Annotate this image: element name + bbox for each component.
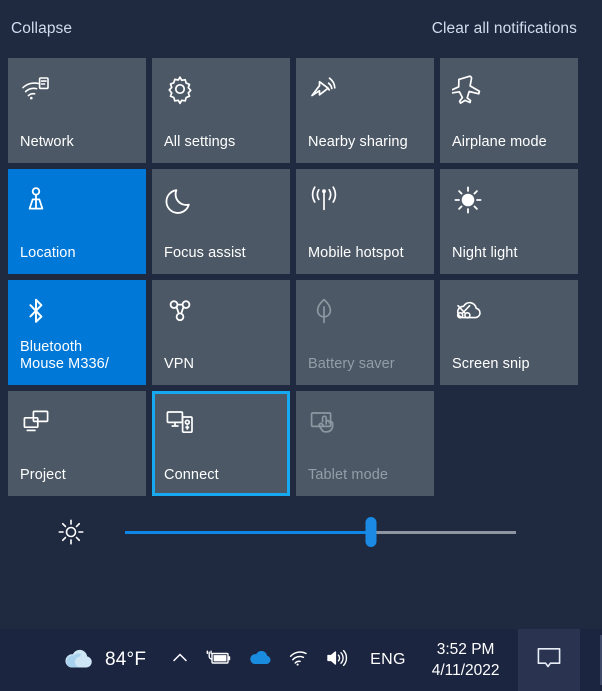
taskbar-clock[interactable]: 3:52 PM 4/11/2022 — [432, 639, 500, 681]
quick-action-label: Location — [20, 245, 76, 261]
quick-action-tile-location[interactable]: Location — [8, 169, 146, 274]
slider-fill — [125, 530, 372, 534]
quick-action-label: Nearby sharing — [308, 134, 408, 150]
quick-action-tile-all-settings[interactable]: All settings — [152, 58, 290, 163]
quick-action-tile-vpn[interactable]: VPN — [152, 280, 290, 385]
slider-thumb[interactable] — [365, 517, 377, 547]
quick-action-tile-night-light[interactable]: Night light — [440, 169, 578, 274]
quick-action-tile-screen-snip[interactable]: Screen snip — [440, 280, 578, 385]
quick-action-label: All settings — [164, 134, 236, 150]
notification-bubble-icon — [535, 645, 563, 676]
quick-actions-grid: Network All settings Nearby sharing Airplan… — [0, 58, 594, 496]
network-wifi-icon — [20, 73, 52, 105]
quick-action-tile-tablet-mode: Tablet mode — [296, 391, 434, 496]
sun-icon — [452, 184, 484, 216]
quick-action-label: Screen snip — [452, 356, 530, 372]
action-center-header: Collapse Clear all notifications — [0, 0, 602, 58]
onedrive-cloud-icon[interactable] — [247, 648, 273, 673]
quick-action-tile-network[interactable]: Network — [8, 58, 146, 163]
taskbar-weather[interactable]: 84°F — [62, 643, 146, 677]
brightness-slider-row — [0, 496, 602, 568]
tablet-touch-icon — [308, 406, 340, 438]
moon-icon — [164, 184, 196, 216]
project-screen-icon — [20, 406, 52, 438]
quick-action-tile-focus-assist[interactable]: Focus assist — [152, 169, 290, 274]
scissors-cloud-icon — [452, 295, 484, 327]
quick-action-label: Airplane mode — [452, 134, 547, 150]
clear-all-notifications-link[interactable]: Clear all notifications — [432, 20, 577, 38]
quick-action-tile-battery-saver: Battery saver — [296, 280, 434, 385]
brightness-slider[interactable] — [125, 517, 516, 547]
weather-temperature: 84°F — [105, 649, 147, 670]
quick-action-tile-project[interactable]: Project — [8, 391, 146, 496]
quick-action-tile-empty — [440, 391, 578, 496]
wifi-icon[interactable] — [288, 648, 310, 673]
quick-action-label: VPN — [164, 356, 195, 372]
quick-action-label: Bluetooth Mouse M336/ — [20, 339, 109, 372]
quick-action-tile-mobile-hotspot[interactable]: Mobile hotspot — [296, 169, 434, 274]
action-center-button[interactable] — [517, 629, 580, 691]
weather-cloud-icon — [62, 643, 96, 677]
language-indicator[interactable]: ENG — [370, 651, 406, 669]
brightness-sun-icon — [56, 517, 86, 547]
quick-action-tile-nearby-sharing[interactable]: Nearby sharing — [296, 58, 434, 163]
hotspot-icon — [308, 184, 340, 216]
quick-action-tile-airplane-mode[interactable]: Airplane mode — [440, 58, 578, 163]
quick-action-tile-bluetooth[interactable]: Bluetooth Mouse M336/ — [8, 280, 146, 385]
nearby-sharing-icon — [308, 73, 340, 105]
clock-date: 4/11/2022 — [431, 662, 500, 679]
bluetooth-icon — [20, 295, 52, 327]
quick-action-label: Night light — [452, 245, 518, 261]
speaker-volume-icon[interactable] — [325, 648, 349, 673]
gear-icon — [164, 73, 196, 105]
connect-device-icon — [164, 406, 196, 438]
quick-action-tile-connect[interactable]: Connect — [152, 391, 290, 496]
clock-time: 3:52 PM — [436, 641, 495, 658]
battery-charging-icon[interactable] — [205, 648, 232, 673]
quick-action-label: Battery saver — [308, 356, 395, 372]
quick-action-label: Project — [20, 467, 66, 483]
leaf-icon — [308, 295, 340, 327]
quick-action-label: Focus assist — [164, 245, 246, 261]
taskbar-tray — [170, 648, 349, 673]
airplane-icon — [449, 73, 484, 105]
vpn-icon — [164, 295, 196, 327]
chevron-up-icon[interactable] — [170, 648, 190, 673]
collapse-link[interactable]: Collapse — [11, 20, 72, 38]
quick-action-label: Network — [20, 134, 74, 150]
location-icon — [20, 184, 52, 216]
taskbar: 84°F ENG 3:52 PM 4/11/2022 — [0, 629, 602, 691]
quick-action-label: Tablet mode — [308, 467, 389, 483]
quick-action-label: Connect — [164, 467, 219, 483]
quick-action-label: Mobile hotspot — [308, 245, 404, 261]
